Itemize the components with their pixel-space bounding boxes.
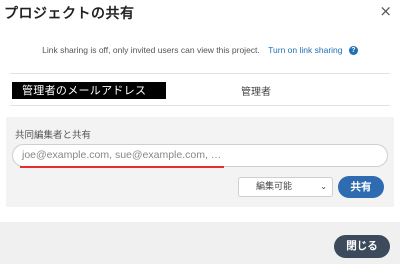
close-button[interactable]: 閉じる [334, 235, 390, 258]
divider [10, 73, 390, 74]
link-sharing-status: Link sharing is off, only invited users … [42, 45, 260, 55]
share-button[interactable]: 共有 [338, 176, 384, 198]
share-panel: 共同編集者と共有 joe@example.com, sue@example.co… [6, 117, 394, 207]
chevron-down-icon: ⌄ [320, 182, 327, 191]
collaborator-email-input[interactable]: joe@example.com, sue@example.com, … [12, 144, 388, 167]
owner-email: 管理者のメールアドレス [12, 82, 166, 99]
permission-select-value: 編集可能 [256, 182, 293, 192]
share-project-dialog: プロジェクトの共有 × Link sharing is off, only in… [0, 0, 400, 264]
dialog-footer: 閉じる [0, 222, 400, 264]
turn-on-link-sharing-link[interactable]: Turn on link sharing [268, 45, 342, 55]
divider [10, 105, 390, 106]
dialog-title: プロジェクトの共有 [4, 6, 135, 22]
dialog-header: プロジェクトの共有 × [0, 0, 400, 34]
permission-select[interactable]: 編集可能 ⌄ [238, 177, 333, 197]
help-icon[interactable]: ? [348, 46, 358, 56]
close-icon[interactable]: × [379, 2, 392, 20]
owner-role: 管理者 [241, 87, 271, 98]
share-with-collaborators-label: 共同編集者と共有 [15, 130, 92, 141]
spellcheck-underline [20, 166, 224, 168]
link-sharing-row: Link sharing is off, only invited users … [0, 45, 400, 56]
